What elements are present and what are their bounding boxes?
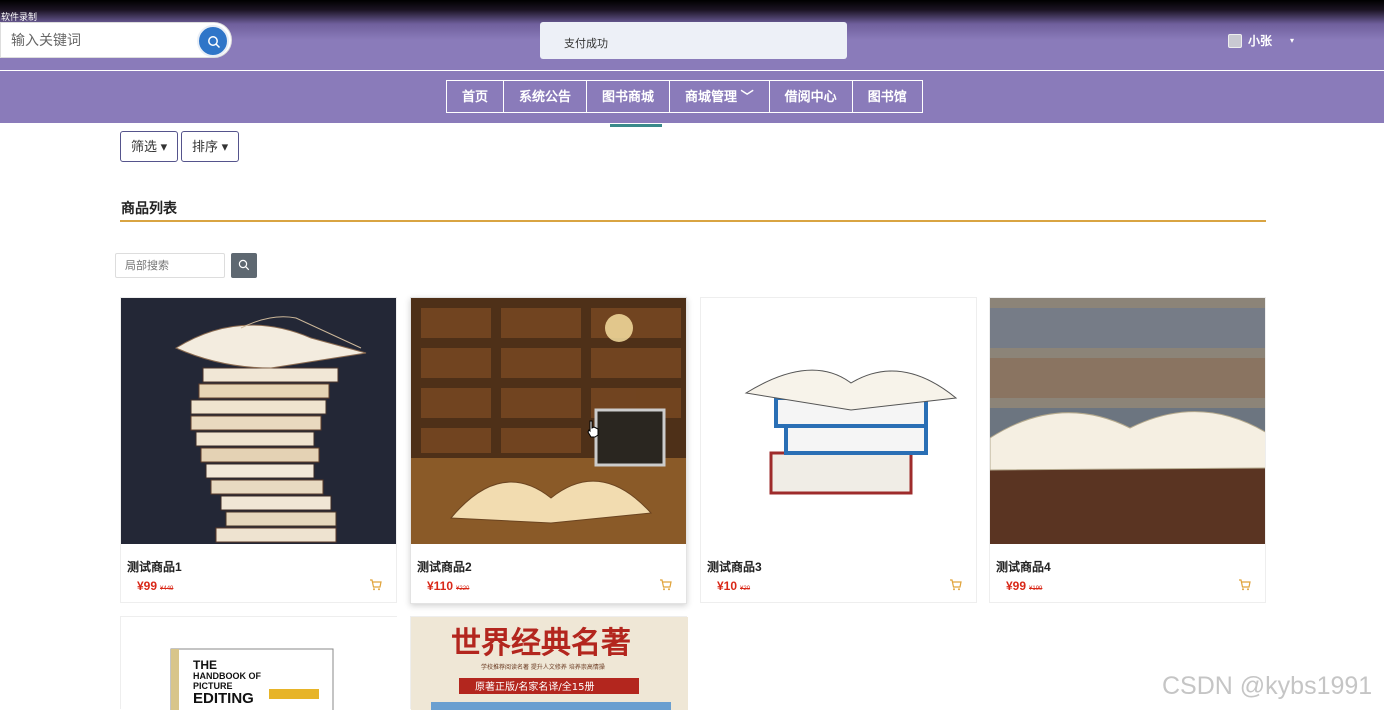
product-card[interactable]: THE HANDBOOK OF PICTURE EDITING: [120, 616, 398, 715]
original-price: ¥20: [740, 586, 751, 592]
avatar: [1228, 33, 1242, 48]
cart-icon[interactable]: [369, 578, 382, 591]
cover-subtitle: 学校推荐阅读名著 提升人文修养 培养崇高情操: [481, 663, 605, 671]
product-image-open-book[interactable]: [990, 298, 1265, 544]
product-name[interactable]: 测试商品1: [127, 558, 182, 575]
product-card[interactable]: 测试商品4 ¥99 ¥199: [989, 297, 1266, 603]
main-navbar: 首页 系统公告 图书商城 商城管理 ﹀ 借阅中心 图书馆: [0, 71, 1384, 123]
cover-line: THE: [193, 658, 217, 672]
top-header: 软件录制 支付成功 小张 ▾: [0, 0, 1384, 70]
product-image-blue-books[interactable]: [701, 298, 976, 544]
user-menu[interactable]: 小张 ▾: [1228, 32, 1294, 49]
hand-cursor-icon: [587, 420, 599, 438]
nav-item-book-mall[interactable]: 图书商城: [586, 80, 671, 113]
search-icon: [238, 259, 250, 271]
section-title: 商品列表: [121, 200, 177, 216]
original-price: ¥449: [160, 586, 174, 592]
chevron-down-icon: ▾: [1290, 36, 1295, 45]
product-card[interactable]: 测试商品3 ¥10 ¥20: [700, 297, 977, 603]
cart-icon[interactable]: [1238, 578, 1251, 591]
user-name: 小张: [1248, 34, 1273, 48]
cover-line: HANDBOOK OF: [193, 671, 261, 681]
current-price: ¥110: [427, 579, 454, 593]
product-price: ¥10 ¥20: [717, 579, 750, 593]
original-price: ¥199: [1029, 586, 1043, 592]
product-card[interactable]: 测试商品1 ¥99 ¥449: [120, 297, 397, 603]
product-image-classics-cover[interactable]: 世界经典名著 学校推荐阅读名著 提升人文修养 培养崇高情操 原著正版/名家名译/…: [411, 617, 688, 710]
global-search-input[interactable]: [11, 29, 191, 51]
current-price: ¥99: [1006, 579, 1027, 593]
payment-success-toast: 支付成功: [540, 22, 847, 59]
nav-menu: 首页 系统公告 图书商城 商城管理 ﹀ 借阅中心 图书馆: [446, 80, 923, 113]
watermark: CSDN @kybs1991: [1162, 672, 1373, 700]
nav-item-mall-management[interactable]: 商城管理 ﹀: [669, 80, 770, 113]
nav-item-library[interactable]: 图书馆: [851, 80, 923, 113]
product-price: ¥99 ¥449: [137, 579, 173, 593]
sort-dropdown[interactable]: 排序 ▾: [181, 131, 240, 162]
product-price: ¥99 ¥199: [1006, 579, 1042, 593]
product-name[interactable]: 测试商品2: [417, 558, 472, 575]
product-card[interactable]: 世界经典名著 学校推荐阅读名著 提升人文修养 培养崇高情操 原著正版/名家名译/…: [410, 616, 688, 710]
nav-item-home[interactable]: 首页: [446, 80, 505, 113]
current-price: ¥10: [717, 579, 738, 593]
cover-title: 世界经典名著: [451, 626, 631, 661]
local-search-input[interactable]: [115, 253, 225, 278]
product-image-library-desk[interactable]: [411, 298, 686, 544]
active-nav-indicator: [610, 124, 662, 127]
product-image-book-stack[interactable]: [121, 298, 396, 544]
cover-banner: 原著正版/名家名译/全15册: [475, 680, 594, 693]
product-name[interactable]: 测试商品4: [996, 558, 1051, 575]
original-price: ¥220: [456, 586, 470, 592]
nav-item-borrow-center[interactable]: 借阅中心: [768, 80, 853, 113]
filter-dropdown[interactable]: 筛选 ▾: [120, 131, 179, 162]
cart-icon[interactable]: [949, 578, 962, 591]
product-card[interactable]: 测试商品2 ¥110 ¥220: [410, 297, 687, 604]
cover-line: EDITING: [193, 690, 254, 707]
local-search-button[interactable]: [231, 253, 257, 278]
cart-icon[interactable]: [659, 578, 672, 591]
product-name[interactable]: 测试商品3: [707, 558, 762, 575]
product-image-handbook-cover[interactable]: THE HANDBOOK OF PICTURE EDITING: [121, 617, 398, 715]
nav-item-announcements[interactable]: 系统公告: [503, 80, 588, 113]
current-price: ¥99: [137, 579, 158, 593]
product-price: ¥110 ¥220: [427, 579, 469, 593]
global-search: [0, 22, 232, 58]
search-icon: [208, 36, 221, 49]
section-divider: [120, 220, 1266, 222]
global-search-button[interactable]: [197, 25, 229, 57]
